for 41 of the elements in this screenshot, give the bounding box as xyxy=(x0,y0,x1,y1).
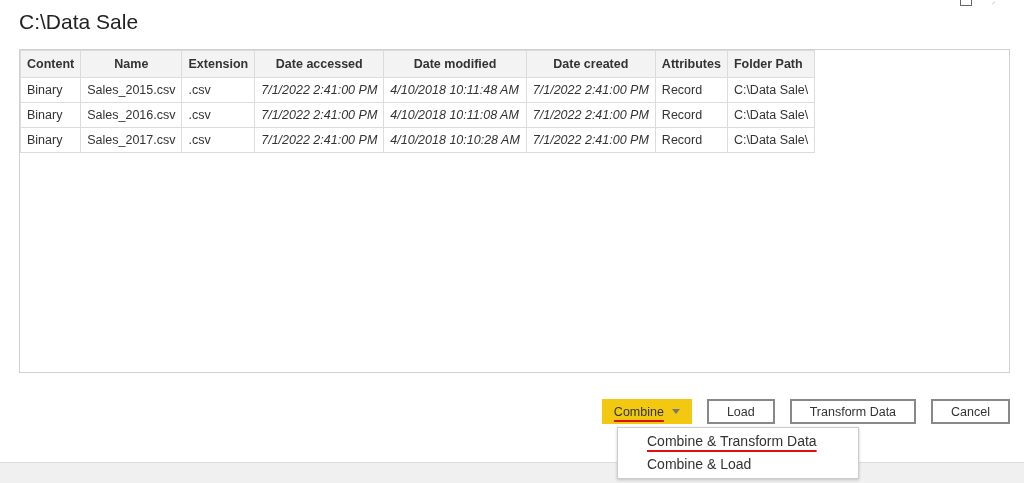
table-cell: 7/1/2022 2:41:00 PM xyxy=(526,77,656,103)
column-header: Date modified xyxy=(383,50,527,78)
dialog-button[interactable]: Cancel xyxy=(931,399,1010,424)
table-cell: Sales_2017.csv xyxy=(80,127,182,153)
table-cell: Record xyxy=(655,102,728,128)
table-cell: 7/1/2022 2:41:00 PM xyxy=(526,102,656,128)
table-cell: 4/10/2018 10:10:28 AM xyxy=(383,127,527,153)
menu-item[interactable]: Combine & Transform Data xyxy=(618,430,858,453)
table-cell: 7/1/2022 2:41:00 PM xyxy=(254,127,384,153)
column-header: Extension xyxy=(182,50,255,78)
column-header: Folder Path xyxy=(727,50,815,78)
dialog-button[interactable]: Transform Data xyxy=(789,399,917,424)
combine-button[interactable]: Combine xyxy=(601,399,692,424)
column-header: Name xyxy=(80,50,182,78)
table-cell: Sales_2015.csv xyxy=(80,77,182,103)
table-cell: Sales_2016.csv xyxy=(80,102,182,128)
table-cell: C:\Data Sale\ xyxy=(727,77,815,103)
table-cell: Binary xyxy=(20,102,81,128)
table-cell: 7/1/2022 2:41:00 PM xyxy=(254,102,384,128)
table-cell: .csv xyxy=(182,77,255,103)
table-cell: Record xyxy=(655,77,728,103)
menu-item[interactable]: Combine & Load xyxy=(618,453,858,476)
column-header: Date created xyxy=(526,50,656,78)
maximize-icon[interactable] xyxy=(960,0,972,6)
table-cell: .csv xyxy=(182,102,255,128)
table-cell: 4/10/2018 10:11:48 AM xyxy=(383,77,527,103)
table-cell: C:\Data Sale\ xyxy=(727,127,815,153)
caret-icon xyxy=(671,409,680,414)
window-title: C:\Data Sale xyxy=(19,10,140,34)
table-cell: Binary xyxy=(20,77,81,103)
column-header: Date accessed xyxy=(254,50,384,78)
table-cell: 7/1/2022 2:41:00 PM xyxy=(254,77,384,103)
column-header: Content xyxy=(20,50,81,78)
column-header: Attributes xyxy=(655,50,728,78)
table-cell: Record xyxy=(655,127,728,153)
table-cell: 4/10/2018 10:11:08 AM xyxy=(383,102,527,128)
dialog-button[interactable]: Load xyxy=(706,399,775,424)
table-cell: 7/1/2022 2:41:00 PM xyxy=(526,127,656,153)
table-cell: .csv xyxy=(182,127,255,153)
table-cell: Binary xyxy=(20,127,81,153)
table-cell: C:\Data Sale\ xyxy=(727,102,815,128)
